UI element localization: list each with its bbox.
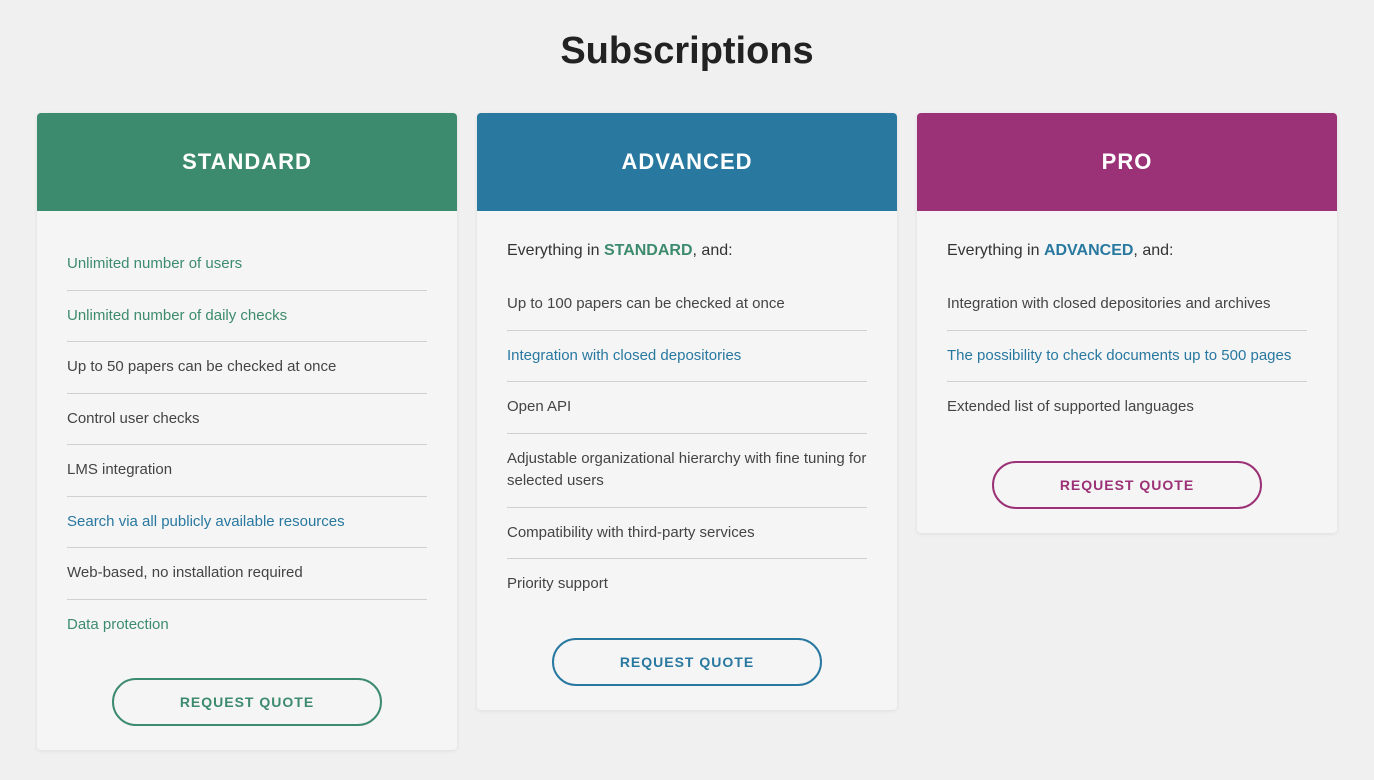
advanced-card: ADVANCED Everything in STANDARD, and: Up… (477, 113, 897, 710)
advanced-request-quote-button[interactable]: REQUEST QUOTE (552, 638, 822, 686)
advanced-intro-text: Everything in STANDARD, and: (507, 239, 867, 263)
advanced-card-title: ADVANCED (497, 149, 877, 175)
list-item: Compatibility with third-party services (507, 508, 867, 560)
pro-request-quote-button[interactable]: REQUEST QUOTE (992, 461, 1262, 509)
list-item: Control user checks (67, 394, 427, 446)
list-item: Adjustable organizational hierarchy with… (507, 434, 867, 508)
standard-feature-list: Unlimited number of users Unlimited numb… (67, 239, 427, 650)
list-item: Open API (507, 382, 867, 434)
pro-intro-prefix: Everything in (947, 242, 1044, 259)
standard-request-quote-button[interactable]: REQUEST QUOTE (112, 678, 382, 726)
list-item: Up to 100 papers can be checked at once (507, 279, 867, 331)
pro-card: PRO Everything in ADVANCED, and: Integra… (917, 113, 1337, 533)
pro-intro-highlight: ADVANCED (1044, 242, 1133, 259)
list-item: Priority support (507, 559, 867, 610)
list-item: LMS integration (67, 445, 427, 497)
list-item: Web-based, no installation required (67, 548, 427, 600)
standard-card: STANDARD Unlimited number of users Unlim… (37, 113, 457, 750)
pro-intro-text: Everything in ADVANCED, and: (947, 239, 1307, 263)
list-item: The possibility to check documents up to… (947, 331, 1307, 383)
advanced-card-body: Everything in STANDARD, and: Up to 100 p… (477, 211, 897, 710)
standard-card-body: Unlimited number of users Unlimited numb… (37, 211, 457, 750)
pro-intro-suffix: , and: (1133, 242, 1173, 259)
standard-card-header: STANDARD (37, 113, 457, 211)
pro-card-header: PRO (917, 113, 1337, 211)
list-item: Integration with closed depositories and… (947, 279, 1307, 331)
cards-container: STANDARD Unlimited number of users Unlim… (27, 113, 1347, 750)
standard-card-title: STANDARD (57, 149, 437, 175)
list-item: Up to 50 papers can be checked at once (67, 342, 427, 394)
advanced-intro-highlight: STANDARD (604, 242, 693, 259)
list-item: Integration with closed depositories (507, 331, 867, 383)
list-item: Search via all publicly available resour… (67, 497, 427, 549)
pro-card-title: PRO (937, 149, 1317, 175)
pro-card-body: Everything in ADVANCED, and: Integration… (917, 211, 1337, 533)
advanced-feature-list: Up to 100 papers can be checked at once … (507, 279, 867, 610)
list-item: Extended list of supported languages (947, 382, 1307, 433)
list-item: Data protection (67, 600, 427, 651)
list-item: Unlimited number of users (67, 239, 427, 291)
page-title: Subscriptions (560, 30, 813, 73)
advanced-card-header: ADVANCED (477, 113, 897, 211)
advanced-intro-prefix: Everything in (507, 242, 604, 259)
list-item: Unlimited number of daily checks (67, 291, 427, 343)
advanced-intro-suffix: , and: (693, 242, 733, 259)
pro-feature-list: Integration with closed depositories and… (947, 279, 1307, 433)
